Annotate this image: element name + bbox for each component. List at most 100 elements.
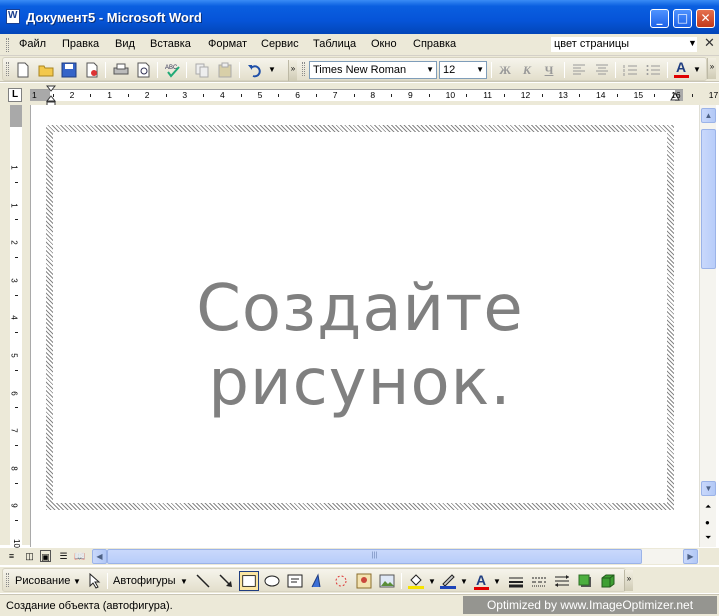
tab-selector[interactable]: L bbox=[8, 88, 22, 102]
autoshapes-menu-button[interactable]: Автофигуры bbox=[113, 575, 176, 587]
undo-icon[interactable] bbox=[247, 62, 263, 78]
arrow-style-icon[interactable] bbox=[554, 573, 570, 589]
document-close-icon[interactable]: ✕ bbox=[704, 36, 715, 51]
vertical-scroll-thumb[interactable] bbox=[701, 129, 716, 269]
text-box-icon[interactable] bbox=[287, 573, 303, 589]
scroll-left-button[interactable]: ◀ bbox=[92, 549, 107, 564]
font-name-select[interactable]: Times New Roman ▼ bbox=[309, 61, 437, 79]
arrow-tool-icon[interactable] bbox=[218, 573, 234, 589]
font-color-button[interactable]: A bbox=[676, 59, 686, 75]
dash-style-icon[interactable] bbox=[531, 573, 547, 589]
indent-marker-icon[interactable] bbox=[46, 85, 56, 107]
menu-edit[interactable]: Правка bbox=[62, 38, 99, 50]
help-search-input[interactable]: цвет страницы bbox=[550, 36, 698, 53]
font-size-select[interactable]: 12 ▼ bbox=[439, 61, 487, 79]
ruler-number: 2 bbox=[69, 90, 75, 100]
bold-button[interactable]: Ж bbox=[497, 63, 513, 79]
menu-format[interactable]: Формат bbox=[208, 38, 247, 50]
vertical-ruler-band[interactable]: 1 1 2 3 4 5 6 7 8 9 10 bbox=[10, 105, 22, 559]
chevron-down-icon[interactable]: ▼ bbox=[428, 577, 436, 586]
web-view-icon[interactable]: ◫ bbox=[24, 550, 35, 562]
save-icon[interactable] bbox=[61, 62, 77, 78]
menu-tools[interactable]: Сервис bbox=[261, 38, 299, 50]
diagram-icon[interactable] bbox=[333, 573, 349, 589]
next-page-icon[interactable]: ⏷ bbox=[705, 533, 711, 543]
line-tool-icon[interactable] bbox=[195, 573, 211, 589]
title-bar[interactable]: Документ5 - Microsoft Word _ □ ✕ bbox=[0, 0, 719, 34]
chevron-down-icon[interactable]: ▼ bbox=[493, 577, 501, 586]
font-color-dropdown-icon[interactable]: ▼ bbox=[693, 65, 701, 74]
menu-table[interactable]: Таблица bbox=[313, 38, 356, 50]
permission-icon[interactable] bbox=[84, 62, 100, 78]
ruler-tick bbox=[90, 94, 92, 97]
toolbar-options-chevron[interactable]: » bbox=[707, 58, 716, 79]
italic-button[interactable]: К bbox=[519, 63, 535, 79]
insert-picture-icon[interactable] bbox=[379, 573, 395, 589]
3d-style-icon[interactable] bbox=[600, 573, 616, 589]
spelling-check-icon[interactable]: ABC bbox=[165, 62, 181, 78]
browse-object-icon[interactable]: ● bbox=[705, 518, 710, 527]
copy-icon[interactable] bbox=[194, 62, 210, 78]
outline-view-icon[interactable]: ☰ bbox=[58, 550, 69, 562]
chevron-down-icon[interactable]: ▼ bbox=[460, 577, 468, 586]
document-area[interactable]: Создайте рисунок. bbox=[30, 105, 698, 547]
underline-button[interactable]: Ч bbox=[541, 63, 557, 79]
ruler-number: 5 bbox=[257, 90, 263, 100]
maximize-button[interactable]: □ bbox=[673, 9, 692, 28]
help-dropdown-icon[interactable]: ▼ bbox=[688, 38, 697, 48]
format-toolbar-grip[interactable] bbox=[302, 62, 305, 76]
menu-file[interactable]: Файл bbox=[19, 38, 46, 50]
fill-color-icon[interactable] bbox=[408, 573, 424, 589]
scroll-right-button[interactable]: ▶ bbox=[683, 549, 698, 564]
horizontal-scroll-thumb[interactable]: ||| bbox=[107, 549, 642, 564]
new-document-icon[interactable] bbox=[15, 62, 31, 78]
numbered-list-icon[interactable] bbox=[622, 62, 638, 78]
select-objects-icon[interactable] bbox=[87, 573, 103, 589]
scroll-up-button[interactable]: ▲ bbox=[701, 108, 716, 123]
drawing-canvas[interactable]: Создайте рисунок. bbox=[46, 125, 674, 510]
menu-insert[interactable]: Вставка bbox=[150, 38, 191, 50]
print-layout-view-icon[interactable]: ▣ bbox=[40, 550, 51, 562]
oval-tool-icon[interactable] bbox=[264, 573, 280, 589]
reading-view-icon[interactable]: 📖 bbox=[74, 550, 85, 562]
previous-page-icon[interactable]: ⏶ bbox=[705, 502, 711, 512]
shadow-style-icon[interactable] bbox=[577, 573, 593, 589]
normal-view-icon[interactable]: ≡ bbox=[6, 550, 17, 562]
wordart-icon[interactable] bbox=[310, 573, 326, 589]
menu-window[interactable]: Окно bbox=[371, 38, 397, 50]
align-left-icon[interactable] bbox=[571, 62, 587, 78]
clip-art-icon[interactable] bbox=[356, 573, 372, 589]
line-style-icon[interactable] bbox=[508, 573, 524, 589]
menu-help[interactable]: Справка bbox=[413, 38, 456, 50]
chevron-down-icon[interactable]: ▼ bbox=[476, 65, 484, 74]
toolbar-options-chevron[interactable]: » bbox=[288, 60, 297, 81]
print-preview-icon[interactable] bbox=[136, 62, 152, 78]
horizontal-scrollbar[interactable]: ◀ ||| ▶ bbox=[92, 549, 699, 564]
word-document-icon[interactable] bbox=[6, 9, 20, 24]
chevron-down-icon[interactable]: ▼ bbox=[73, 577, 81, 586]
draw-menu-button[interactable]: Рисование bbox=[15, 575, 70, 587]
ruler-number: 6 bbox=[295, 90, 300, 100]
undo-dropdown-icon[interactable]: ▼ bbox=[268, 65, 276, 74]
menu-view[interactable]: Вид bbox=[115, 38, 135, 50]
chevron-down-icon[interactable]: ▼ bbox=[426, 65, 434, 74]
line-color-icon[interactable] bbox=[440, 573, 456, 589]
bulleted-list-icon[interactable] bbox=[645, 62, 661, 78]
print-icon[interactable] bbox=[113, 62, 129, 78]
align-center-icon[interactable] bbox=[594, 62, 610, 78]
scroll-down-button[interactable]: ▼ bbox=[701, 481, 716, 496]
close-button[interactable]: ✕ bbox=[696, 9, 715, 28]
menu-grip[interactable] bbox=[6, 38, 9, 52]
drawing-toolbar-grip[interactable] bbox=[6, 573, 9, 587]
open-folder-icon[interactable] bbox=[38, 62, 54, 78]
font-color-tool-button[interactable]: A bbox=[476, 572, 486, 588]
toolbar-grip[interactable] bbox=[6, 62, 9, 76]
vertical-scrollbar[interactable]: ▲ ▼ ⏶ ● ⏷ bbox=[699, 105, 716, 547]
rectangle-tool-icon[interactable] bbox=[239, 571, 259, 591]
chevron-down-icon[interactable]: ▼ bbox=[180, 577, 188, 586]
paste-icon[interactable] bbox=[217, 62, 233, 78]
drawing-canvas-inner[interactable]: Создайте рисунок. bbox=[53, 132, 667, 503]
minimize-button[interactable]: _ bbox=[650, 9, 669, 28]
ruler-band[interactable]: 1 2 1 2 3 4 5 6 7 8 9 10 11 12 13 14 15 16 17 bbox=[30, 85, 718, 107]
toolbar-options-chevron[interactable]: » bbox=[624, 570, 633, 591]
